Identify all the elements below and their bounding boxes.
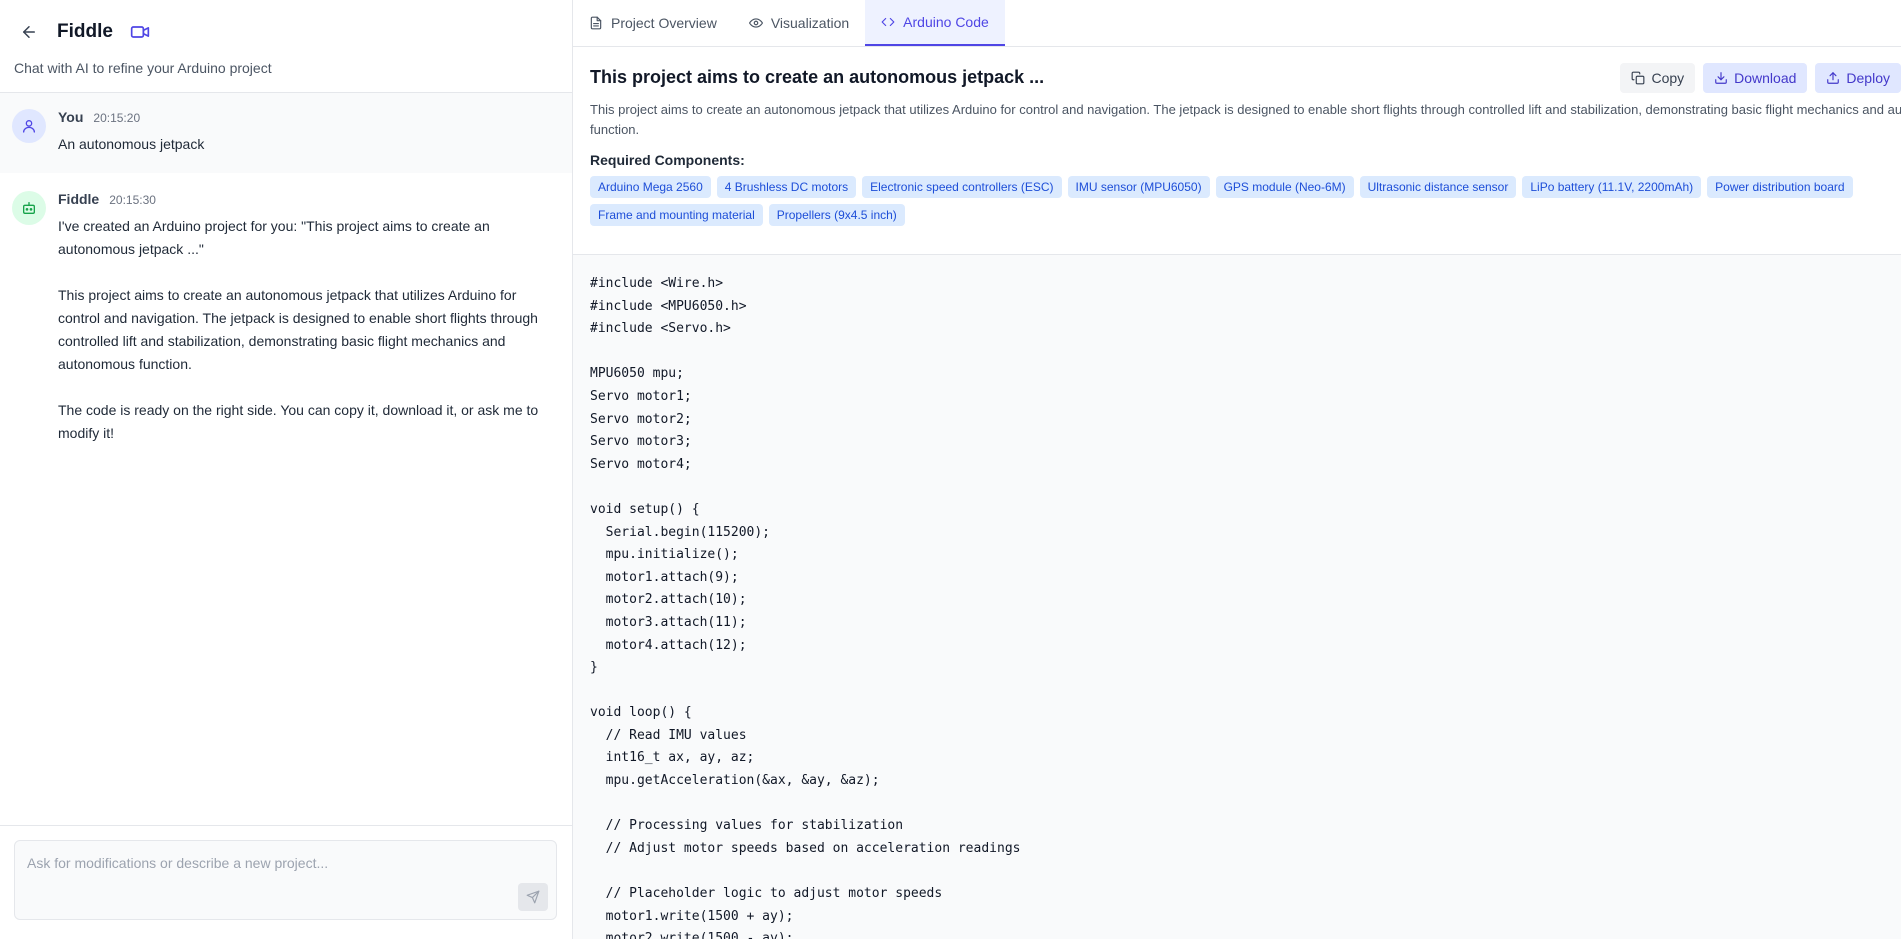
component-chip: Electronic speed controllers (ESC) <box>862 176 1062 198</box>
user-icon <box>23 120 35 133</box>
component-chip: Power distribution board <box>1707 176 1853 198</box>
message-list: You 20:15:20 An autonomous jetpack Fiddl… <box>0 93 572 825</box>
tab-bar: Project Overview Visualization Arduino C… <box>573 0 1901 47</box>
component-chip: LiPo battery (11.1V, 2200mAh) <box>1522 176 1702 198</box>
tab-label: Visualization <box>770 15 850 31</box>
message-meta: Fiddle 20:15:30 <box>58 191 548 207</box>
download-label: Download <box>1734 70 1797 86</box>
tab-arduino-code[interactable]: Arduino Code <box>865 0 1005 46</box>
copy-button[interactable]: Copy <box>1620 63 1696 93</box>
chat-panel: Fiddle Chat with AI to refine your Ardui… <box>0 0 573 939</box>
tab-label: Arduino Code <box>903 14 989 30</box>
download-button[interactable]: Download <box>1703 63 1808 93</box>
message-user: You 20:15:20 An autonomous jetpack <box>0 93 572 173</box>
component-chip: GPS module (Neo-6M) <box>1215 176 1354 198</box>
arrow-left-icon <box>23 26 35 38</box>
chat-subtitle: Chat with AI to refine your Arduino proj… <box>14 60 272 76</box>
assistant-avatar <box>12 191 46 225</box>
component-chip: 4 Brushless DC motors <box>716 176 857 198</box>
composer <box>14 840 557 920</box>
send-button[interactable] <box>518 883 548 911</box>
deploy-label: Deploy <box>1846 70 1890 86</box>
document-icon <box>589 16 603 30</box>
component-chip: Ultrasonic distance sensor <box>1359 176 1517 198</box>
components-heading: Required Components: <box>590 152 745 168</box>
component-chip: Frame and mounting material <box>590 204 763 226</box>
chat-header: Fiddle Chat with AI to refine your Ardui… <box>0 0 572 93</box>
arduino-code: #include <Wire.h> #include <MPU6050.h> #… <box>590 276 1021 939</box>
download-icon <box>1714 71 1728 85</box>
title-row: Fiddle <box>14 20 558 44</box>
eye-icon <box>748 16 763 30</box>
message-assistant: Fiddle 20:15:30 I've created an Arduino … <box>0 173 572 463</box>
bot-icon <box>23 202 35 214</box>
message-text: I've created an Arduino project for you:… <box>58 218 539 441</box>
message-time: 20:15:30 <box>109 193 156 207</box>
component-chip: Propellers (9x4.5 inch) <box>768 204 905 226</box>
send-icon <box>526 890 540 904</box>
message-body: Fiddle 20:15:30 I've created an Arduino … <box>58 191 548 445</box>
copy-icon <box>1631 71 1645 85</box>
action-bar: Copy Download Deploy <box>1612 63 1901 93</box>
component-chip: Arduino Mega 2560 <box>590 176 711 198</box>
upload-icon <box>1826 71 1840 85</box>
tab-visualization[interactable]: Visualization <box>733 0 865 46</box>
message-author: You <box>58 109 84 125</box>
composer-area <box>0 825 572 939</box>
video-camera-icon <box>130 26 150 38</box>
copy-label: Copy <box>1651 70 1685 86</box>
back-button[interactable] <box>14 17 44 47</box>
message-body: You 20:15:20 An autonomous jetpack <box>58 109 548 155</box>
tab-project-overview[interactable]: Project Overview <box>573 0 733 46</box>
message-meta: You 20:15:20 <box>58 109 548 125</box>
video-button[interactable] <box>127 19 153 45</box>
tab-label: Project Overview <box>611 15 717 31</box>
code-viewer[interactable]: #include <Wire.h> #include <MPU6050.h> #… <box>573 255 1901 939</box>
deploy-button[interactable]: Deploy <box>1815 63 1901 93</box>
chat-input[interactable] <box>15 841 556 919</box>
code-icon <box>881 15 895 29</box>
project-summary: This project aims to create an autonomou… <box>573 47 1901 255</box>
message-author: Fiddle <box>58 191 100 207</box>
app-title: Fiddle <box>57 21 113 42</box>
project-description: This project aims to create an autonomou… <box>590 102 1901 137</box>
app-root: Fiddle Chat with AI to refine your Ardui… <box>0 0 1901 939</box>
message-text: An autonomous jetpack <box>58 136 205 152</box>
components-list: Arduino Mega 2560 4 Brushless DC motors … <box>590 176 1901 232</box>
user-avatar <box>12 109 46 143</box>
component-chip: IMU sensor (MPU6050) <box>1067 176 1210 198</box>
project-panel: Project Overview Visualization Arduino C… <box>573 0 1901 939</box>
message-time: 20:15:20 <box>93 111 141 125</box>
